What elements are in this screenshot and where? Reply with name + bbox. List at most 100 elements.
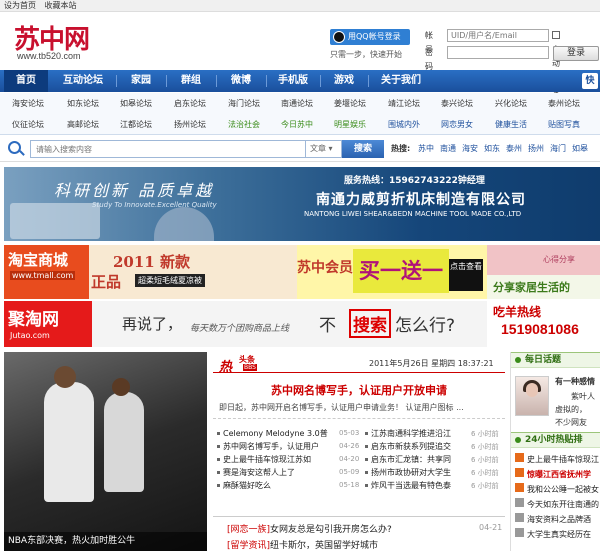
hot-post-item[interactable]: 惊曝江西省抚州学 [515, 468, 591, 480]
slogan-part: 怎么行? [395, 316, 456, 336]
headline-title[interactable]: 苏中网名博写手，认证用户开放申请 [213, 382, 505, 398]
forum-link[interactable]: 法治社会 [228, 119, 260, 130]
news-item[interactable]: 扬州市政协研对大学生 [365, 467, 451, 478]
daily-topic-headline[interactable]: 有一种感情 [555, 376, 595, 387]
news-item[interactable]: 麻酥猫好吃么 [217, 480, 271, 491]
forum-link[interactable]: 靖江论坛 [388, 98, 420, 109]
photo-caption[interactable]: NBA东部决赛，热火加时胜公牛 [4, 532, 207, 551]
forum-link[interactable]: 兴化论坛 [495, 98, 527, 109]
hot-search-link[interactable]: 苏中 [418, 143, 434, 154]
login-button[interactable]: 登录 [553, 46, 599, 61]
post-tag: [网恋一族] [227, 525, 271, 535]
forum-link[interactable]: 如皋论坛 [120, 98, 152, 109]
nav-quick-button[interactable]: 快 [582, 73, 598, 89]
hot-search-link[interactable]: 南通 [440, 143, 456, 154]
nav-mobile[interactable]: 手机版 [268, 70, 318, 92]
news-title: 江苏南通科学推进沿江 [371, 429, 451, 438]
news-item[interactable]: 江苏南通科学推进沿江 [365, 428, 451, 439]
search-slogan-ad[interactable]: 再说了， 每天数万个团购商品上线 不 搜索 怎么行? [92, 301, 487, 347]
forum-link[interactable]: 海安论坛 [12, 98, 44, 109]
forum-link[interactable]: 如东论坛 [67, 98, 99, 109]
forum-link[interactable]: 今日苏中 [281, 119, 313, 130]
new-style-sub: 超柔短毛绒夏凉被 [135, 274, 205, 287]
hot-search-link[interactable]: 海安 [462, 143, 478, 154]
member-promo-ad[interactable]: 苏中会员 买一送一 点击查看 [297, 245, 487, 299]
click-view-button[interactable]: 点击查看 [449, 259, 483, 291]
player-figure [44, 382, 94, 502]
news-date: 05-09 [339, 468, 360, 476]
ad-row-2: 聚淘网 Jutao.com 再说了， 每天数万个团购商品上线 不 搜索 怎么行?… [4, 301, 600, 347]
hot-search-link[interactable]: 海门 [550, 143, 566, 154]
news-item[interactable]: Celemony Melodyne 3.0普 [217, 428, 328, 439]
forum-post-link[interactable]: [网恋一族]女网友总是勾引我开房怎么办? [227, 522, 392, 535]
search-input[interactable] [30, 140, 306, 158]
person-image [154, 207, 214, 241]
nav-game[interactable]: 游戏 [322, 70, 366, 92]
hot-search-link[interactable]: 扬州 [528, 143, 544, 154]
machine-tool-banner[interactable]: 科研创新 品质卓越 Study To Innovate.Excellent Qu… [4, 167, 600, 241]
hot-post-item[interactable]: 大学生真实经历在 [515, 528, 591, 540]
forum-link[interactable]: 江都论坛 [120, 119, 152, 130]
search-type-select[interactable]: 文章 ▾ [306, 140, 342, 158]
player-head [54, 366, 76, 388]
nav-forum[interactable]: 互动论坛 [52, 70, 114, 92]
news-time: 6 小时前 [471, 456, 499, 464]
hot-post-item[interactable]: 今天如东开往南通的 [515, 498, 599, 510]
nav-about[interactable]: 关于我们 [370, 70, 432, 92]
news-item[interactable]: 苏中网名博写手，认证用户 [217, 441, 319, 452]
daily-topic-text: 紫叶人 [571, 392, 595, 401]
topic-avatar[interactable] [515, 376, 549, 416]
news-item[interactable]: 史上最牛插车惊现江苏如 [217, 454, 311, 465]
news-time: 6 小时前 [471, 482, 499, 490]
bullet-icon [365, 458, 368, 461]
share-life-ad[interactable]: 心得分享 分享家居生活的 [487, 245, 600, 299]
nav-group[interactable]: 群组 [168, 70, 214, 92]
forum-link[interactable]: 启东论坛 [174, 98, 206, 109]
hot-post-item[interactable]: 史上最牛插车惊现江 [515, 453, 599, 465]
forum-post-link[interactable]: [留学资讯]纽卡斯尔，英国留学好城市 [227, 538, 378, 551]
set-home-link[interactable]: 设为首页 [4, 1, 36, 10]
qq-login-button[interactable]: 用QQ帐号登录 [330, 29, 410, 45]
favorite-link[interactable]: 收藏本站 [45, 1, 77, 10]
account-input[interactable] [447, 29, 549, 42]
forum-link[interactable]: 扬州论坛 [174, 119, 206, 130]
new-style-ad[interactable]: 2011 新款 正品 超柔短毛绒夏凉被 [89, 245, 297, 299]
hot-search-link[interactable]: 泰州 [506, 143, 522, 154]
featured-photo[interactable]: NBA东部决赛，热火加时胜公牛 [4, 352, 207, 551]
forum-link[interactable]: 高邮论坛 [67, 119, 99, 130]
forum-link[interactable]: 网恋男女 [441, 119, 473, 130]
sheep-hotline-ad[interactable]: 吃羊热线 1519081086 [487, 301, 600, 347]
forum-link[interactable]: 南通论坛 [281, 98, 313, 109]
forum-link[interactable]: 贴图写真 [548, 119, 580, 130]
forum-link[interactable]: 泰州论坛 [548, 98, 580, 109]
rank-badge [515, 513, 524, 522]
slogan-part: 不 [319, 316, 336, 336]
hot-search-link[interactable]: 如皋 [572, 143, 588, 154]
jutao-ad[interactable]: 聚淘网 Jutao.com [4, 301, 92, 347]
nav-weibo[interactable]: 微博 [218, 70, 264, 92]
bullet-icon [217, 484, 220, 487]
forum-link[interactable]: 姜堰论坛 [334, 98, 366, 109]
hot-search-link[interactable]: 如东 [484, 143, 500, 154]
avatar-face [526, 383, 538, 397]
hot-post-title: 史上最牛插车惊现江 [527, 455, 599, 464]
forum-link[interactable]: 围城内外 [388, 119, 420, 130]
news-item[interactable]: 炸风干当选最有特色泰 [365, 480, 451, 491]
forum-link[interactable]: 泰兴论坛 [441, 98, 473, 109]
tmall-title: 淘宝商城 [8, 251, 69, 269]
forum-link[interactable]: 健康生活 [495, 119, 527, 130]
nav-home[interactable]: 首页 [4, 70, 48, 92]
search-button[interactable]: 搜索 [342, 140, 384, 158]
hot-post-item[interactable]: 海安资料之品牌酒 [515, 513, 591, 525]
tmall-ad[interactable]: 淘宝商城 www.tmall.com [4, 245, 89, 299]
password-input[interactable] [447, 46, 549, 59]
hot-post-item[interactable]: 我和公公睡一起被女 [515, 483, 599, 495]
forum-link[interactable]: 海门论坛 [228, 98, 260, 109]
forum-link[interactable]: 明星娱乐 [334, 119, 366, 130]
nav-home-space[interactable]: 家园 [118, 70, 164, 92]
news-item[interactable]: 启东市汇龙镇：共享同 [365, 454, 451, 465]
new-style-title: 2011 新款 [113, 253, 190, 271]
forum-link[interactable]: 仪征论坛 [12, 119, 44, 130]
news-item[interactable]: 启东市新获系列提追交 [365, 441, 451, 452]
news-item[interactable]: 赛是海安这帮人上了 [217, 467, 295, 478]
